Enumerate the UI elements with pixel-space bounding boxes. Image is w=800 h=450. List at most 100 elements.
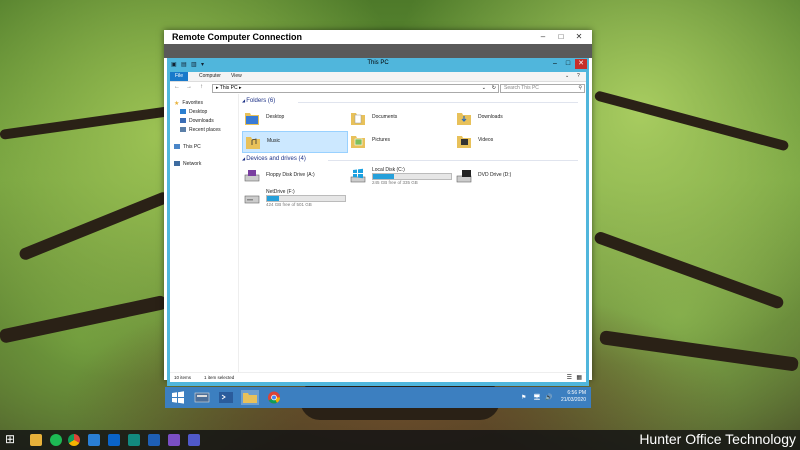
- navigation-pane: ★ Favorites Desktop Downloads Recent plac…: [170, 94, 239, 372]
- up-button[interactable]: ↑: [200, 84, 203, 90]
- remote-connection-window: Remote Computer Connection – □ ✕ ▣ ▤ ▥ ▾…: [164, 30, 592, 408]
- rdp-close-button[interactable]: ✕: [572, 31, 586, 43]
- folders-header[interactable]: ◢ Folders (6): [242, 98, 275, 104]
- server-manager-icon[interactable]: [193, 390, 211, 405]
- disk-usage-fill: [267, 196, 279, 201]
- folder-downloads[interactable]: Downloads: [454, 108, 558, 128]
- search-placeholder: Search This PC: [504, 85, 539, 91]
- local-taskbar: ⊞ Hunter Office Technology: [0, 430, 800, 450]
- desktop-icon: [180, 109, 186, 115]
- drive-dvd[interactable]: DVD Drive (D:): [454, 166, 558, 186]
- folder-icon: [457, 113, 471, 125]
- drive-local-c[interactable]: Local Disk (C:) 245 GB free of 335 GB: [348, 166, 452, 186]
- refresh-icon[interactable]: ↻: [492, 85, 496, 92]
- folder-icon: [351, 113, 365, 125]
- tiles-view-icon[interactable]: ▦: [576, 374, 582, 381]
- folder-icon: [351, 136, 365, 148]
- address-bar[interactable]: ▸ This PC ▸ ⌄ ↻: [212, 84, 499, 93]
- nav-downloads[interactable]: Downloads: [180, 118, 214, 124]
- downloads-icon: [180, 118, 186, 124]
- explorer-content: ★ Favorites Desktop Downloads Recent plac…: [170, 94, 586, 372]
- explorer-maximize-button[interactable]: □: [562, 59, 574, 69]
- rdp-session-bar: [164, 44, 592, 58]
- folder-icon: [457, 136, 471, 148]
- disk-usage-bar: [372, 173, 452, 180]
- disk-usage-fill: [373, 174, 395, 179]
- forward-button[interactable]: →: [186, 84, 192, 90]
- divider: [328, 160, 578, 161]
- search-input[interactable]: Search This PC ⚲: [500, 84, 585, 93]
- tab-view[interactable]: View: [226, 72, 247, 81]
- explorer-close-button[interactable]: ✕: [575, 59, 587, 69]
- folder-icon: [245, 113, 259, 125]
- search-icon: ⚲: [578, 85, 582, 91]
- address-path: ▸ This PC ▸: [216, 85, 242, 91]
- folder-pictures[interactable]: Pictures: [348, 131, 452, 151]
- flag-icon[interactable]: ⚑: [521, 394, 526, 401]
- dvd-drive-icon: [456, 170, 472, 183]
- chrome-icon[interactable]: [265, 390, 283, 405]
- computer-icon: [174, 144, 180, 150]
- star-icon: ★: [174, 101, 180, 108]
- recent-places-icon: [180, 127, 186, 133]
- todo-icon[interactable]: [88, 434, 100, 446]
- file-explorer-icon[interactable]: [30, 434, 42, 446]
- windows-start-icon[interactable]: ⊞: [5, 432, 15, 446]
- folder-videos[interactable]: Videos: [454, 131, 558, 151]
- status-bar: 10 items 1 item selected ☰ ▦: [170, 372, 586, 382]
- divider: [298, 102, 578, 103]
- windows-start-icon[interactable]: [169, 390, 187, 405]
- address-dropdown-icon[interactable]: ⌄: [482, 85, 486, 92]
- folder-documents[interactable]: Documents: [348, 108, 452, 128]
- explorer-minimize-button[interactable]: –: [549, 59, 561, 69]
- nav-recent-places[interactable]: Recent places: [180, 127, 221, 133]
- volume-icon[interactable]: 🔊: [545, 394, 552, 401]
- help-icon[interactable]: ?: [572, 72, 585, 81]
- nav-this-pc[interactable]: This PC: [174, 144, 201, 150]
- teams-icon[interactable]: [188, 434, 200, 446]
- folder-icon: [246, 137, 260, 149]
- folder-music[interactable]: Music: [242, 131, 348, 153]
- rdp-titlebar[interactable]: Remote Computer Connection – □ ✕: [164, 30, 592, 44]
- rdp-maximize-button[interactable]: □: [554, 31, 568, 43]
- nav-network[interactable]: Network: [174, 161, 201, 167]
- network-icon: [174, 161, 180, 167]
- nav-favorites[interactable]: ★ Favorites: [174, 100, 203, 108]
- windows-drive-icon: [350, 168, 366, 183]
- tab-file[interactable]: File: [170, 72, 189, 81]
- explorer-window: ▣ ▤ ▥ ▾ This PC – □ ✕ File Computer View…: [167, 58, 589, 386]
- devices-header[interactable]: ◢ Devices and drives (4): [242, 156, 306, 162]
- watermark-text: Hunter Office Technology: [639, 431, 796, 447]
- rdp-title: Remote Computer Connection: [172, 32, 303, 42]
- explorer-title: This PC: [367, 60, 389, 66]
- file-explorer-icon[interactable]: [241, 390, 259, 405]
- app-icon[interactable]: [128, 434, 140, 446]
- clock[interactable]: 6:56 PM 21/03/2020: [561, 390, 586, 404]
- remote-taskbar: ⚑ 🖥 🔊 6:56 PM 21/03/2020: [165, 387, 591, 408]
- explorer-titlebar[interactable]: ▣ ▤ ▥ ▾ This PC – □ ✕: [167, 58, 589, 72]
- chrome-icon[interactable]: [68, 434, 80, 446]
- back-button[interactable]: ←: [174, 84, 180, 90]
- app-icon-2[interactable]: [168, 434, 180, 446]
- nav-desktop[interactable]: Desktop: [180, 109, 207, 115]
- selection-count: 1 item selected: [204, 375, 235, 380]
- main-pane: ◢ Folders (6) Desktop Documents Download…: [238, 94, 586, 372]
- network-drive-icon: [244, 195, 260, 204]
- spotify-icon[interactable]: [50, 434, 62, 446]
- outlook-icon[interactable]: [108, 434, 120, 446]
- details-view-icon[interactable]: ☰: [567, 374, 572, 381]
- ribbon-tabs: File Computer View ⌄ ?: [170, 72, 586, 82]
- clock-date: 21/03/2020: [560, 397, 586, 403]
- tab-computer[interactable]: Computer: [194, 72, 226, 81]
- word-icon[interactable]: [148, 434, 160, 446]
- floppy-drive-icon: [244, 170, 260, 182]
- drive-netdrive-f[interactable]: NetDrive (F:) 424 GB free of 501 GB: [242, 188, 346, 208]
- rdp-minimize-button[interactable]: –: [536, 31, 550, 43]
- disk-usage-bar: [266, 195, 346, 202]
- folder-desktop[interactable]: Desktop: [242, 108, 346, 128]
- item-count: 10 items: [174, 375, 192, 380]
- network-tray-icon[interactable]: 🖥: [533, 394, 541, 401]
- clock-time: 6:56 PM: [567, 390, 586, 396]
- powershell-icon[interactable]: [217, 390, 235, 405]
- drive-floppy[interactable]: Floppy Disk Drive (A:): [242, 166, 346, 186]
